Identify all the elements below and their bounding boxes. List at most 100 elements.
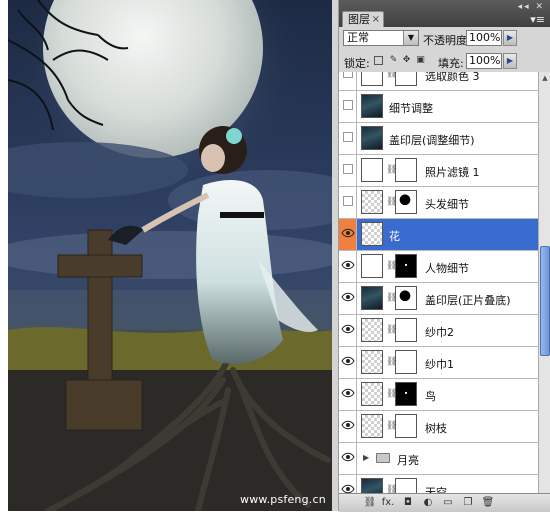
lock-move-icon[interactable]: ✥	[402, 56, 411, 65]
eye-icon[interactable]	[339, 379, 357, 410]
visibility-toggle[interactable]	[339, 155, 357, 186]
lock-all-icon[interactable]: ▣	[416, 56, 425, 65]
layer-name[interactable]: 头发细节	[425, 196, 469, 212]
document-canvas[interactable]: www.psfeng.cn	[8, 0, 332, 511]
mask-link-icon[interactable]: ⛓	[386, 72, 397, 80]
expand-arrow-icon[interactable]: ▶	[363, 453, 369, 462]
mask-link-icon[interactable]: ⛓	[386, 165, 397, 176]
close-icon[interactable]: ×	[372, 12, 380, 28]
mask-link-icon[interactable]: ⛓	[386, 421, 397, 432]
lock-transparent-icon[interactable]	[374, 56, 383, 65]
eye-icon[interactable]	[339, 219, 357, 250]
mask-thumbnail[interactable]	[395, 72, 417, 86]
mask-thumbnail[interactable]	[395, 254, 417, 278]
mask-thumbnail[interactable]	[395, 350, 417, 374]
layer-thumbnail[interactable]	[361, 382, 383, 406]
mask-link-icon[interactable]: ⛓	[386, 357, 397, 368]
layer-name[interactable]: 天空	[425, 484, 447, 493]
layer-name[interactable]: 鸟	[425, 388, 436, 404]
layer-row[interactable]: ⛓ 人物细节	[339, 251, 538, 283]
eye-icon[interactable]	[339, 283, 357, 314]
layer-name[interactable]: 人物细节	[425, 260, 469, 276]
adjustment-thumbnail[interactable]	[361, 254, 383, 278]
scroll-thumb[interactable]	[540, 246, 550, 356]
adjustment-thumbnail[interactable]	[361, 158, 383, 182]
eye-icon[interactable]	[339, 347, 357, 378]
opacity-field[interactable]: 100%	[466, 30, 502, 46]
layer-thumbnail[interactable]	[361, 414, 383, 438]
trash-icon[interactable]: 🗑	[481, 496, 495, 509]
eye-icon[interactable]	[339, 251, 357, 282]
fill-field[interactable]: 100%	[466, 53, 502, 69]
layer-name[interactable]: 盖印层(正片叠底)	[425, 292, 511, 308]
visibility-toggle[interactable]	[339, 123, 357, 154]
eye-icon[interactable]	[339, 443, 357, 474]
layer-row[interactable]: ⛓ 纱巾1	[339, 347, 538, 379]
mask-thumbnail[interactable]	[395, 478, 417, 493]
layers-scrollbar[interactable]: ▲	[538, 72, 550, 493]
layer-thumbnail[interactable]	[361, 222, 383, 246]
mask-thumbnail[interactable]	[395, 414, 417, 438]
layer-thumbnail[interactable]	[361, 94, 383, 118]
visibility-toggle[interactable]	[339, 91, 357, 122]
eye-icon[interactable]	[339, 411, 357, 442]
collapse-icon[interactable]: ◂◂ ✕	[518, 2, 545, 12]
layer-row[interactable]: ⛓ 天空	[339, 475, 538, 493]
mask-link-icon[interactable]: ⛓	[386, 293, 397, 304]
layer-name[interactable]: 花	[389, 228, 400, 244]
layer-name[interactable]: 选取颜色 3	[425, 72, 480, 84]
mask-thumbnail[interactable]	[395, 382, 417, 406]
mask-link-icon[interactable]: ⛓	[386, 261, 397, 272]
lock-brush-icon[interactable]: ✎	[389, 56, 398, 65]
layer-row[interactable]: ⛓ 盖印层(正片叠底)	[339, 283, 538, 315]
layer-name[interactable]: 纱巾2	[425, 324, 454, 340]
layer-row[interactable]: ▶ 月亮	[339, 443, 538, 475]
fx-icon[interactable]: fx.	[381, 496, 395, 509]
layer-name[interactable]: 照片滤镜 1	[425, 164, 480, 180]
layer-name[interactable]: 树枝	[425, 420, 447, 436]
mask-link-icon[interactable]: ⛓	[386, 389, 397, 400]
folder-icon[interactable]: ▭	[441, 496, 455, 509]
layer-thumbnail[interactable]	[361, 126, 383, 150]
layer-thumbnail[interactable]	[361, 190, 383, 214]
new-layer-icon[interactable]: ❐	[461, 496, 475, 509]
panel-menu-icon[interactable]: ▾≡	[530, 13, 545, 26]
mask-thumbnail[interactable]	[395, 190, 417, 214]
layer-row[interactable]: ⛓ 头发细节	[339, 187, 538, 219]
layer-row[interactable]: ⛓ 选取颜色 3	[339, 72, 538, 91]
mask-thumbnail[interactable]	[395, 318, 417, 342]
layer-thumbnail[interactable]	[361, 286, 383, 310]
layer-thumbnail[interactable]	[361, 350, 383, 374]
layer-name[interactable]: 盖印层(调整细节)	[389, 132, 475, 148]
layer-row[interactable]: ⛓ 鸟	[339, 379, 538, 411]
blend-mode-select[interactable]: 正常 ▼	[343, 30, 419, 46]
layer-thumbnail[interactable]	[361, 318, 383, 342]
eye-icon[interactable]	[339, 475, 357, 493]
layer-thumbnail[interactable]	[361, 478, 383, 493]
mask-thumbnail[interactable]	[395, 286, 417, 310]
chevron-down-icon[interactable]: ▼	[403, 31, 418, 45]
mask-link-icon[interactable]: ⛓	[386, 325, 397, 336]
layer-name[interactable]: 月亮	[397, 452, 419, 468]
layer-row[interactable]: 盖印层(调整细节)	[339, 123, 538, 155]
layer-row[interactable]: ⛓ 纱巾2	[339, 315, 538, 347]
layer-row[interactable]: ⛓ 照片滤镜 1	[339, 155, 538, 187]
layer-row[interactable]: 细节调整	[339, 91, 538, 123]
eye-icon[interactable]	[339, 315, 357, 346]
layer-row[interactable]: 花	[339, 219, 538, 251]
opacity-slider-arrow-icon[interactable]: ▶	[503, 30, 517, 46]
mask-link-icon[interactable]: ⛓	[386, 485, 397, 493]
adjustment-thumbnail[interactable]	[361, 72, 383, 86]
mask-link-icon[interactable]: ⛓	[386, 197, 397, 208]
mask-thumbnail[interactable]	[395, 158, 417, 182]
visibility-toggle[interactable]	[339, 187, 357, 218]
layer-name[interactable]: 细节调整	[389, 100, 433, 116]
layer-row[interactable]: ⛓ 树枝	[339, 411, 538, 443]
visibility-toggle[interactable]	[339, 72, 357, 90]
tab-layers[interactable]: 图层 ×	[342, 11, 384, 27]
mask-icon[interactable]: ◘	[401, 496, 415, 509]
scroll-up-icon[interactable]: ▲	[539, 72, 550, 84]
link-icon[interactable]: ⛓	[363, 496, 377, 509]
adjustment-icon[interactable]: ◐	[421, 496, 435, 509]
layer-name[interactable]: 纱巾1	[425, 356, 454, 372]
